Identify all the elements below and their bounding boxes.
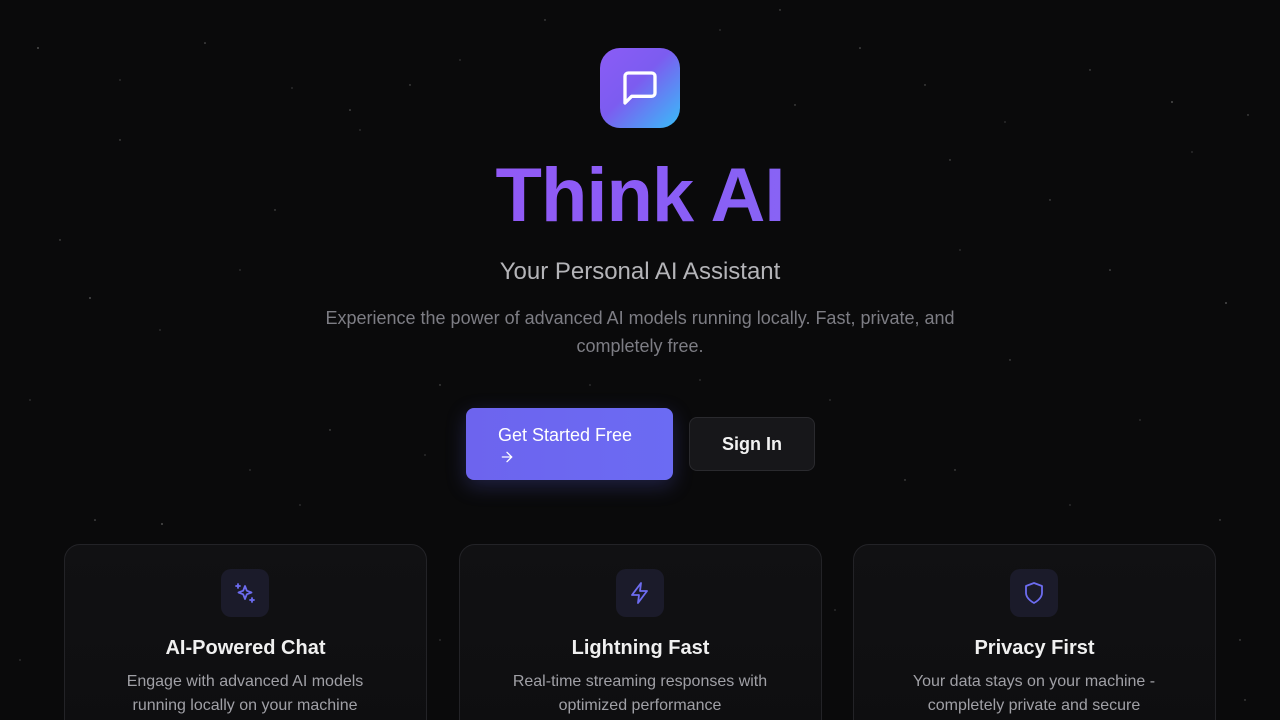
page-subtitle: Your Personal AI Assistant xyxy=(499,258,781,285)
feature-description: Real-time streaming responses with optim… xyxy=(512,673,768,714)
app-logo xyxy=(600,48,680,128)
feature-title: AI-Powered Chat xyxy=(165,637,326,659)
feature-icon-box xyxy=(221,569,269,617)
page-title: Think AI xyxy=(0,152,1280,240)
feature-card-fast: Lightning Fast Real-time streaming respo… xyxy=(459,544,822,720)
feature-title: Lightning Fast xyxy=(571,637,710,659)
feature-card-ai-chat: AI-Powered Chat Engage with advanced AI … xyxy=(64,544,427,720)
sparkles-icon xyxy=(235,583,255,603)
feature-icon-box xyxy=(616,569,664,617)
shield-icon xyxy=(1025,582,1043,604)
hero-description: Experience the power of advanced AI mode… xyxy=(325,308,955,356)
get-started-label: Get Started Free xyxy=(498,425,633,445)
feature-description: Your data stays on your machine - comple… xyxy=(912,673,1156,714)
landing-page: Think AI Your Personal AI Assistant Expe… xyxy=(0,0,1280,720)
feature-icon-box xyxy=(1010,569,1058,617)
get-started-button[interactable]: Get Started Free xyxy=(466,408,673,480)
feature-card-privacy: Privacy First Your data stays on your ma… xyxy=(853,544,1216,720)
feature-title: Privacy First xyxy=(974,637,1095,659)
message-square-icon xyxy=(623,71,657,105)
feature-description: Engage with advanced AI models running l… xyxy=(126,673,364,714)
sign-in-button[interactable]: Sign In xyxy=(689,417,815,471)
arrow-right-icon xyxy=(501,451,513,463)
zap-icon xyxy=(631,582,648,604)
